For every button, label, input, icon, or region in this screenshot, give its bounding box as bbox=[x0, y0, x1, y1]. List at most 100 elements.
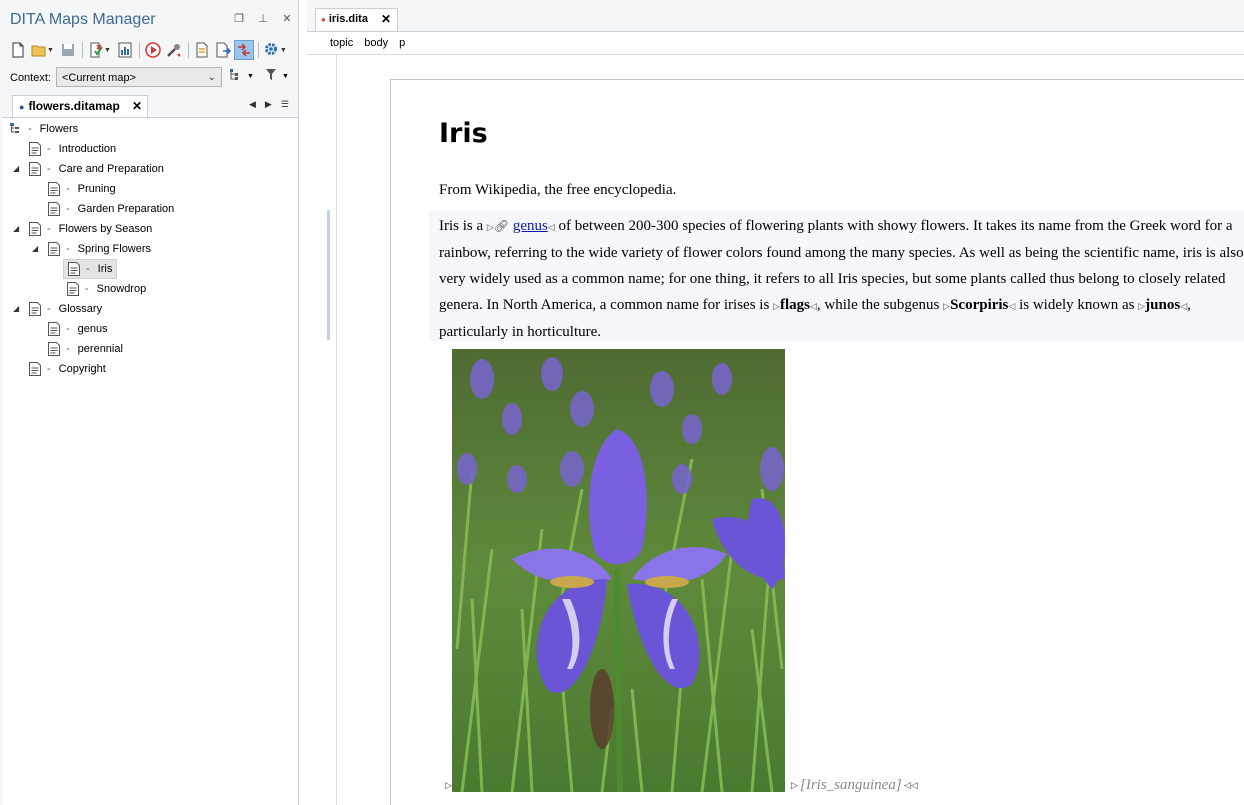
tree-item-label: Iris bbox=[97, 263, 113, 275]
panel-title: DITA Maps Manager bbox=[10, 11, 156, 28]
topic-icon bbox=[29, 222, 41, 236]
tree-item[interactable]: - Copyright bbox=[29, 359, 106, 379]
genus-link[interactable]: genus bbox=[513, 218, 548, 234]
tree-dash: - bbox=[47, 303, 51, 315]
expand-arrow-icon[interactable]: ◢ bbox=[13, 219, 19, 239]
validate-dropdown-icon[interactable]: ▼ bbox=[104, 47, 111, 54]
tree-item[interactable]: - Introduction bbox=[29, 139, 116, 159]
toolbar-separator bbox=[138, 42, 140, 58]
run-transformation-icon[interactable] bbox=[143, 40, 163, 60]
export-map-icon[interactable] bbox=[213, 40, 233, 60]
topic-icon bbox=[67, 282, 79, 296]
tree-item[interactable]: - genus bbox=[48, 319, 108, 339]
tree-dash: - bbox=[85, 283, 89, 295]
expand-arrow-icon[interactable]: ◢ bbox=[32, 239, 38, 259]
paragraph-text: , while the subgenus bbox=[816, 297, 944, 313]
paragraph[interactable]: Iris is a ▷🔗︎ genus◁ of between 200-300 … bbox=[439, 213, 1244, 345]
topic-icon bbox=[29, 142, 41, 156]
breadcrumb-body[interactable]: body bbox=[364, 37, 388, 49]
tree-view-dropdown-icon[interactable]: ▼ bbox=[247, 73, 254, 80]
tree-item-label: Flowers by Season bbox=[58, 223, 153, 235]
editor-tab-label: iris.dita bbox=[328, 13, 368, 25]
topic-icon bbox=[48, 342, 60, 356]
topic-icon bbox=[48, 242, 60, 256]
filter-dropdown-icon[interactable]: ▼ bbox=[282, 73, 289, 80]
link-icon: 🔗︎ bbox=[493, 219, 510, 233]
editor-gutter bbox=[336, 55, 337, 805]
topic-icon bbox=[68, 262, 80, 276]
map-tab[interactable]: ● flowers.ditamap ✕ bbox=[12, 95, 148, 117]
tree-dash: - bbox=[28, 123, 32, 135]
map-properties-icon[interactable] bbox=[192, 40, 212, 60]
topic-icon bbox=[48, 202, 60, 216]
settings-dropdown-icon[interactable]: ▼ bbox=[280, 47, 287, 54]
close-tab-icon[interactable]: ✕ bbox=[132, 96, 142, 116]
topic-icon bbox=[48, 322, 60, 336]
alt-tag-start-icon: ▷ bbox=[791, 780, 798, 790]
pin-icon[interactable]: ⊥ bbox=[256, 12, 270, 25]
tree-item[interactable]: ◢ - Spring Flowers bbox=[32, 239, 152, 259]
toolbar-separator bbox=[257, 42, 259, 58]
tree-item[interactable]: ◢ - Glossary bbox=[13, 299, 102, 319]
close-icon[interactable]: ✕ bbox=[280, 12, 294, 25]
tree-item-label: Garden Preparation bbox=[77, 203, 175, 215]
map-tree: - Flowers - Introduction ◢ - Care and Preparat… bbox=[2, 117, 298, 805]
tree-dash: - bbox=[47, 143, 51, 155]
filter-icon[interactable] bbox=[265, 69, 279, 83]
settings-gear-icon[interactable] bbox=[262, 40, 282, 60]
topic-icon bbox=[48, 182, 60, 196]
open-folder-icon[interactable] bbox=[29, 40, 49, 60]
close-tab-icon[interactable]: ✕ bbox=[381, 9, 391, 30]
tree-dash: - bbox=[47, 363, 51, 375]
tree-item-label: Pruning bbox=[77, 183, 116, 195]
context-value: <Current map> bbox=[62, 72, 136, 84]
validate-icon[interactable] bbox=[86, 40, 106, 60]
tab-right-arrow-icon[interactable]: ▶ bbox=[265, 99, 272, 110]
tree-item[interactable]: - perennial bbox=[48, 339, 123, 359]
modified-dot-icon: ● bbox=[321, 15, 326, 24]
tree-item-label: Flowers bbox=[39, 123, 79, 135]
panel-window-buttons: ❐ ⊥ ✕ bbox=[232, 12, 294, 25]
bold-junos: junos bbox=[1145, 297, 1181, 313]
link-with-editor-icon[interactable] bbox=[233, 40, 254, 60]
tree-item[interactable]: - Flowers bbox=[10, 119, 78, 139]
tree-item[interactable]: ◢ - Flowers by Season bbox=[13, 219, 153, 239]
document-page[interactable]: Iris From Wikipedia, the free encycloped… bbox=[390, 79, 1244, 805]
tab-list-icon[interactable]: ☰ bbox=[281, 99, 289, 110]
tree-item[interactable]: ◢ - Care and Preparation bbox=[13, 159, 164, 179]
tree-item-label: Spring Flowers bbox=[77, 243, 152, 255]
toolbar-separator bbox=[187, 42, 189, 58]
open-dropdown-icon[interactable]: ▼ bbox=[47, 47, 54, 54]
expand-arrow-icon[interactable]: ◢ bbox=[13, 159, 19, 179]
image-alt-text[interactable]: [Iris_sanguinea] bbox=[800, 777, 902, 794]
tree-dash: - bbox=[47, 163, 51, 175]
tree-dash: - bbox=[66, 203, 70, 215]
tree-item[interactable]: - Pruning bbox=[48, 179, 116, 199]
tree-dash: - bbox=[47, 223, 51, 235]
tree-view-icon[interactable] bbox=[230, 69, 244, 83]
map-tab-dot-icon: ● bbox=[19, 102, 25, 112]
expand-arrow-icon[interactable]: ◢ bbox=[13, 299, 19, 319]
tree-item[interactable]: - Snowdrop bbox=[67, 279, 146, 299]
tree-item[interactable]: - Garden Preparation bbox=[48, 199, 174, 219]
tree-dash: - bbox=[86, 263, 90, 275]
map-root-icon bbox=[10, 122, 22, 136]
map-tab-nav: ◀ ▶ ☰ bbox=[249, 99, 289, 110]
report-icon[interactable] bbox=[115, 40, 135, 60]
restore-icon[interactable]: ❐ bbox=[232, 12, 246, 25]
topic-title[interactable]: Iris bbox=[439, 118, 488, 149]
breadcrumb-topic[interactable]: topic bbox=[330, 37, 353, 49]
configure-transformation-icon[interactable] bbox=[164, 40, 184, 60]
tree-item[interactable]: - Iris bbox=[63, 259, 118, 279]
tree-dash: - bbox=[66, 243, 70, 255]
editor-tab-iris[interactable]: ● iris.dita ✕ bbox=[315, 8, 398, 31]
new-file-icon[interactable] bbox=[8, 40, 28, 60]
context-select[interactable]: <Current map> ⌄ bbox=[56, 67, 222, 87]
shortdesc[interactable]: From Wikipedia, the free encyclopedia. bbox=[439, 182, 676, 199]
tab-left-arrow-icon[interactable]: ◀ bbox=[249, 99, 256, 110]
tree-dash: - bbox=[66, 323, 70, 335]
iris-image[interactable] bbox=[452, 349, 786, 793]
save-icon[interactable] bbox=[58, 40, 78, 60]
tree-item-label: Copyright bbox=[58, 363, 106, 375]
breadcrumb-p[interactable]: p bbox=[399, 37, 405, 49]
